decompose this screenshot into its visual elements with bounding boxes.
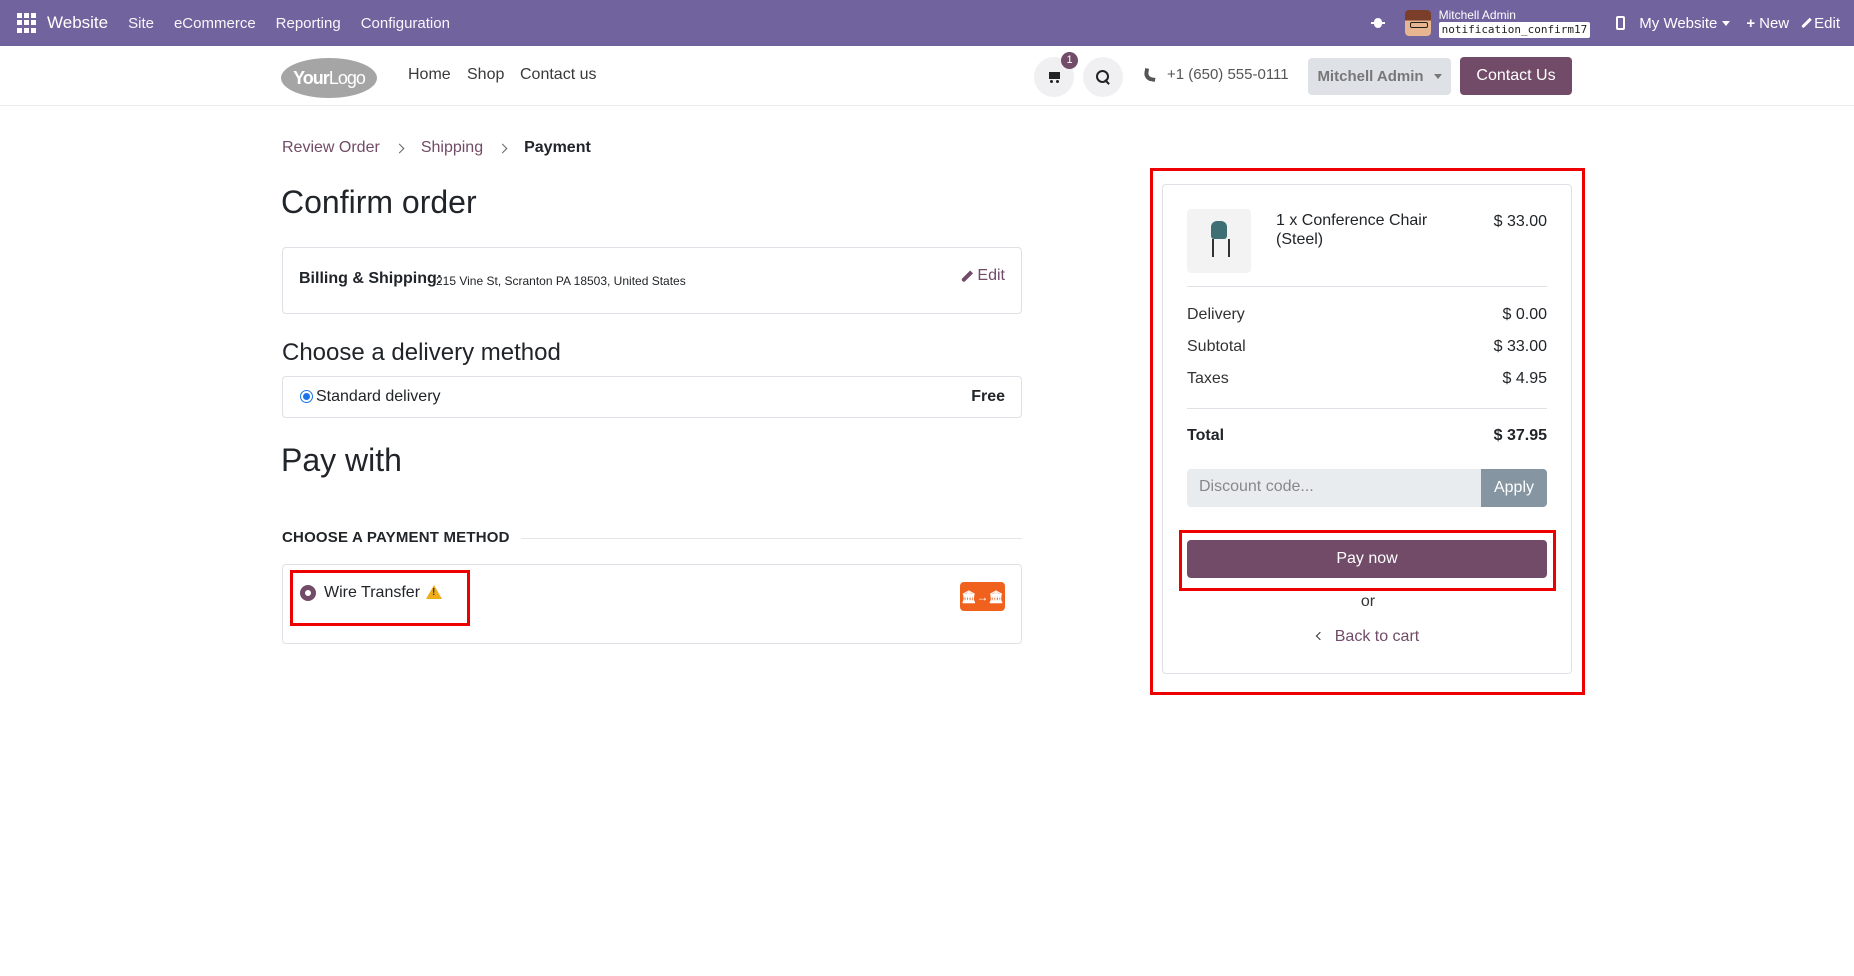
mobile-preview-icon[interactable] (1616, 16, 1626, 30)
user-name: Mitchell Admin (1438, 7, 1516, 22)
payment-method-heading: CHOOSE A PAYMENT METHOD (282, 529, 510, 546)
menu-reporting[interactable]: Reporting (276, 15, 341, 32)
divider (521, 538, 1022, 539)
nav-shop[interactable]: Shop (467, 66, 504, 84)
logo-text-light: Logo (328, 67, 366, 88)
website-header: YourLogo Home Shop Contact us +1 (650) 5… (0, 46, 1854, 106)
pencil-icon (1801, 17, 1812, 29)
caret-down-icon (1433, 74, 1442, 79)
user-avatar[interactable] (1404, 10, 1431, 36)
billing-address: 215 Vine St, Scranton PA 18503, United S… (436, 274, 686, 288)
phone-link[interactable]: +1 (650) 555-0111 (1143, 66, 1289, 83)
page-title: Confirm order (281, 184, 477, 220)
cart-count-badge: 1 (1061, 52, 1078, 69)
chevron-right-icon (497, 143, 508, 153)
chevron-right-icon (394, 143, 405, 153)
caret-down-icon (1722, 20, 1731, 26)
wire-transfer-icon: 🏛→🏛 (960, 582, 1005, 611)
my-website-label: My Website (1639, 14, 1718, 32)
breadcrumb-shipping[interactable]: Shipping (421, 139, 483, 157)
nav-home[interactable]: Home (408, 66, 451, 84)
checkout-breadcrumb: Review Order Shipping Payment (282, 139, 591, 157)
company-logo[interactable]: YourLogo (281, 58, 377, 98)
phone-icon (1143, 67, 1157, 82)
my-website-dropdown[interactable]: My Website (1639, 14, 1731, 32)
new-button[interactable]: + New (1746, 15, 1789, 32)
user-dropdown-label: Mitchell Admin (1317, 68, 1424, 85)
search-icon (1096, 70, 1110, 84)
highlight-box-payment (290, 570, 470, 626)
menu-configuration[interactable]: Configuration (361, 15, 450, 32)
breadcrumb-payment: Payment (524, 139, 591, 156)
app-brand[interactable]: Website (47, 13, 108, 33)
phone-number: +1 (650) 555-0111 (1167, 66, 1289, 83)
highlight-box-summary (1150, 168, 1585, 695)
user-menu[interactable]: Mitchell Admin notification_confirm17 (1438, 7, 1591, 38)
pay-with-heading: Pay with (281, 442, 402, 478)
search-button[interactable] (1083, 57, 1123, 97)
plus-icon: + (1746, 14, 1756, 32)
user-dropdown-button[interactable]: Mitchell Admin (1308, 58, 1451, 95)
delivery-price: Free (971, 388, 1005, 405)
apps-menu-icon[interactable] (17, 13, 37, 33)
highlight-box-pay-now (1179, 530, 1556, 591)
menu-site[interactable]: Site (128, 15, 154, 32)
edit-address-label: Edit (977, 267, 1005, 284)
new-label: New (1759, 14, 1790, 32)
contact-us-button[interactable]: Contact Us (1460, 57, 1572, 95)
edit-address-button[interactable]: Edit (961, 267, 1005, 285)
debug-bug-icon[interactable] (1370, 16, 1385, 30)
delivery-radio[interactable] (300, 390, 313, 403)
edit-button[interactable]: Edit (1801, 14, 1840, 32)
edit-label: Edit (1814, 14, 1840, 32)
admin-navbar: Website Site eCommerce Reporting Configu… (0, 0, 1854, 46)
pencil-icon (961, 269, 974, 283)
delivery-option[interactable]: Standard delivery Free (282, 376, 1022, 418)
breadcrumb-review-order[interactable]: Review Order (282, 139, 380, 157)
cart-icon (1047, 71, 1061, 83)
delivery-name: Standard delivery (316, 388, 441, 405)
database-name: notification_confirm17 (1438, 21, 1591, 38)
billing-label: Billing & Shipping: (299, 270, 443, 287)
logo-text-bold: Your (293, 67, 330, 88)
menu-ecommerce[interactable]: eCommerce (174, 15, 256, 32)
billing-shipping-card: Billing & Shipping: 215 Vine St, Scranto… (282, 247, 1022, 314)
nav-contact-us[interactable]: Contact us (520, 66, 596, 84)
delivery-heading: Choose a delivery method (282, 339, 561, 366)
